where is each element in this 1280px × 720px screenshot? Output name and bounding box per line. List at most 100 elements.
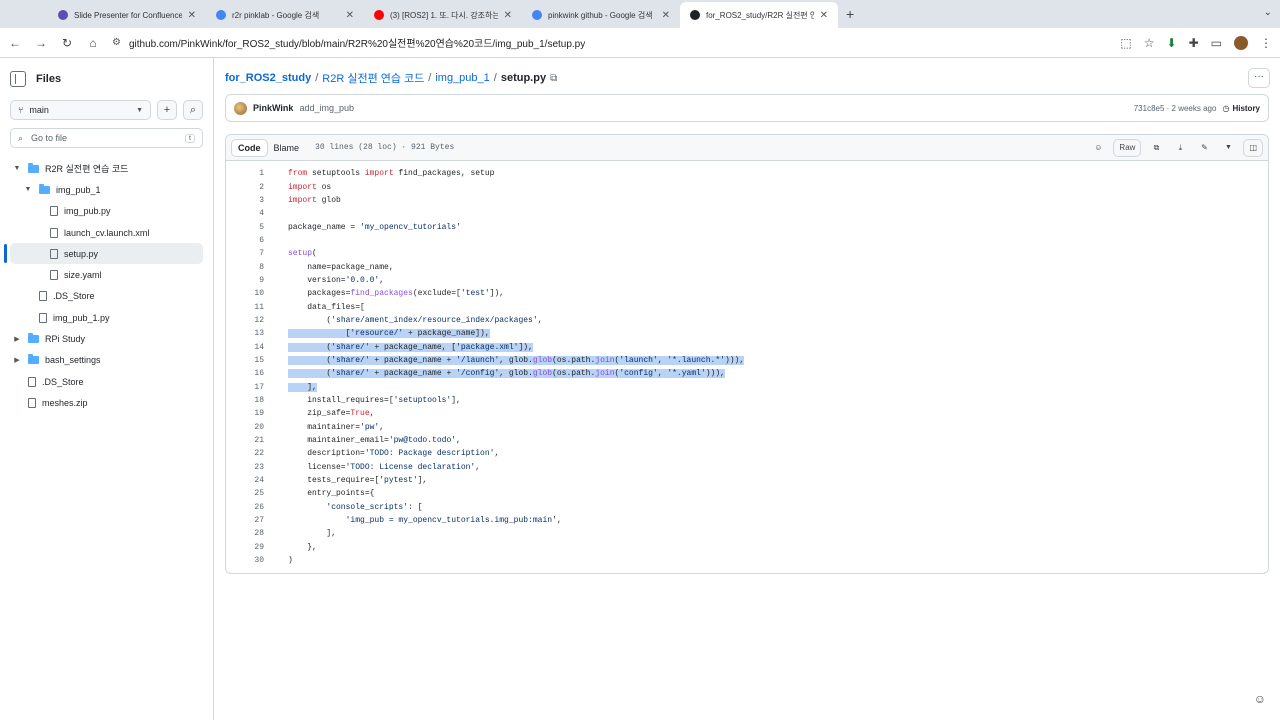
line-number[interactable]: 15 [226, 356, 264, 365]
copilot-icon[interactable]: ☺ [1089, 139, 1107, 157]
line-number[interactable]: 21 [226, 436, 264, 445]
more-options-button[interactable]: ··· [1248, 68, 1270, 88]
copy-raw-icon[interactable]: ⧉ [1147, 139, 1165, 157]
tree-item[interactable]: ▼ R2R 실전편 연습 코드 [10, 158, 203, 179]
browser-tab[interactable]: pinkwink github - Google 검색 ✕ [522, 2, 680, 28]
line-number[interactable]: 23 [226, 463, 264, 472]
sidepanel-icon[interactable]: ▭ [1211, 36, 1222, 50]
profile-avatar[interactable] [1234, 35, 1248, 50]
line-number[interactable]: 3 [226, 196, 264, 205]
file-icon [28, 397, 36, 408]
folder-icon [28, 333, 39, 344]
add-file-button[interactable]: + [157, 100, 177, 120]
edit-dropdown-icon[interactable]: ▼ [1219, 139, 1237, 157]
back-icon[interactable]: ← [8, 36, 22, 50]
tree-item[interactable]: size.yaml [10, 264, 203, 285]
line-number[interactable]: 27 [226, 516, 264, 525]
copilot-chat-icon[interactable]: ☺ [1254, 692, 1266, 706]
tree-item[interactable]: ▼ img_pub_1 [10, 179, 203, 200]
line-number[interactable]: 30 [226, 556, 264, 565]
close-tab-icon[interactable]: ✕ [820, 10, 828, 21]
line-number[interactable]: 1 [226, 169, 264, 178]
line-number[interactable]: 10 [226, 289, 264, 298]
line-number[interactable]: 17 [226, 383, 264, 392]
reload-icon[interactable]: ↻ [60, 36, 74, 50]
tree-item[interactable]: .DS_Store [10, 371, 203, 392]
tree-item[interactable]: ▶ bash_settings [10, 350, 203, 371]
chevron-down-icon[interactable]: ▼ [12, 165, 22, 172]
branch-selector[interactable]: ⑂ main ▼ [10, 100, 151, 120]
code-line: 7 setup( [226, 247, 1268, 260]
commit-meta[interactable]: 731c8e5 · 2 weeks ago [1134, 104, 1217, 113]
line-number[interactable]: 28 [226, 529, 264, 538]
line-number[interactable]: 26 [226, 503, 264, 512]
commit-message[interactable]: add_img_pub [299, 103, 354, 113]
edit-pencil-icon[interactable]: ✎ [1195, 139, 1213, 157]
site-info-icon[interactable]: ⚙ [112, 37, 121, 48]
line-number[interactable]: 22 [226, 449, 264, 458]
browser-tab[interactable]: for_ROS2_study/R2R 실전편 연 ✕ [680, 2, 838, 28]
line-number[interactable]: 24 [226, 476, 264, 485]
line-number[interactable]: 18 [226, 396, 264, 405]
tab-code[interactable]: Code [231, 138, 268, 157]
new-tab-button[interactable]: + [838, 6, 862, 22]
search-button[interactable]: ⌕ [183, 100, 203, 120]
line-number[interactable]: 4 [226, 209, 264, 218]
url-field[interactable]: ⚙ github.com/PinkWink/for_ROS2_study/blo… [112, 35, 1108, 50]
extensions-icon[interactable]: ✚ [1189, 36, 1199, 50]
tree-item[interactable]: launch_cv.launch.xml [10, 222, 203, 243]
breadcrumb-folder-link[interactable]: R2R 실전편 연습 코드 [322, 70, 424, 86]
raw-button[interactable]: Raw [1113, 138, 1142, 157]
browser-menu-icon[interactable]: ⋮ [1260, 36, 1272, 50]
home-icon[interactable]: ⌂ [86, 36, 100, 50]
close-tab-icon[interactable]: ✕ [188, 10, 196, 21]
close-tab-icon[interactable]: ✕ [662, 10, 670, 21]
install-icon[interactable]: ⬚ [1120, 36, 1131, 50]
breadcrumb-repo-link[interactable]: for_ROS2_study [225, 72, 311, 84]
line-number[interactable]: 6 [226, 236, 264, 245]
tree-item[interactable]: ▶ RPi Study [10, 328, 203, 349]
tree-item[interactable]: meshes.zip [10, 392, 203, 413]
tree-item[interactable]: img_pub.py [10, 201, 203, 222]
committer-avatar[interactable] [234, 101, 247, 115]
forward-icon[interactable]: → [34, 36, 48, 50]
browser-tab[interactable]: (3) [ROS2] 1. 또. 다시. 강조하는 ✕ [364, 2, 522, 28]
tree-item[interactable]: img_pub_1.py [10, 307, 203, 328]
breadcrumb-subfolder-link[interactable]: img_pub_1 [435, 72, 489, 84]
line-number[interactable]: 14 [226, 343, 264, 352]
download-icon[interactable]: ⬇ [1167, 36, 1177, 50]
line-number[interactable]: 11 [226, 303, 264, 312]
tab-blame[interactable]: Blame [268, 139, 306, 157]
browser-tab[interactable]: Slide Presenter for Confluence ✕ [48, 2, 206, 28]
line-number[interactable]: 13 [226, 329, 264, 338]
line-number[interactable]: 2 [226, 183, 264, 192]
browser-tab[interactable]: r2r pinklab - Google 검색 ✕ [206, 2, 364, 28]
line-number[interactable]: 19 [226, 409, 264, 418]
line-number[interactable]: 16 [226, 369, 264, 378]
chevron-down-icon[interactable]: ▼ [23, 186, 33, 193]
line-number[interactable]: 12 [226, 316, 264, 325]
tree-item[interactable]: .DS_Store [10, 286, 203, 307]
history-button[interactable]: ◷ History [1222, 104, 1260, 113]
tab-search-icon[interactable]: ⌄ [1264, 7, 1272, 18]
copy-path-icon[interactable]: ⧉ [550, 73, 557, 84]
file-icon [28, 376, 36, 387]
symbols-panel-icon[interactable]: ◫ [1243, 138, 1263, 157]
line-number[interactable]: 8 [226, 263, 264, 272]
bookmark-star-icon[interactable]: ☆ [1144, 36, 1155, 50]
close-tab-icon[interactable]: ✕ [504, 10, 512, 21]
line-number[interactable]: 25 [226, 489, 264, 498]
chevron-right-icon[interactable]: ▶ [12, 335, 22, 343]
go-to-file-input[interactable]: ⌕ Go to file t [10, 128, 203, 148]
line-number[interactable]: 5 [226, 223, 264, 232]
collapse-sidebar-icon[interactable] [10, 71, 26, 87]
committer-name[interactable]: PinkWink [253, 103, 293, 113]
chevron-right-icon[interactable]: ▶ [12, 356, 22, 364]
close-tab-icon[interactable]: ✕ [346, 10, 354, 21]
line-number[interactable]: 7 [226, 249, 264, 258]
download-raw-icon[interactable]: ⤓ [1171, 139, 1189, 157]
line-number[interactable]: 29 [226, 543, 264, 552]
tree-item[interactable]: setup.py [4, 243, 203, 265]
line-number[interactable]: 9 [226, 276, 264, 285]
line-number[interactable]: 20 [226, 423, 264, 432]
